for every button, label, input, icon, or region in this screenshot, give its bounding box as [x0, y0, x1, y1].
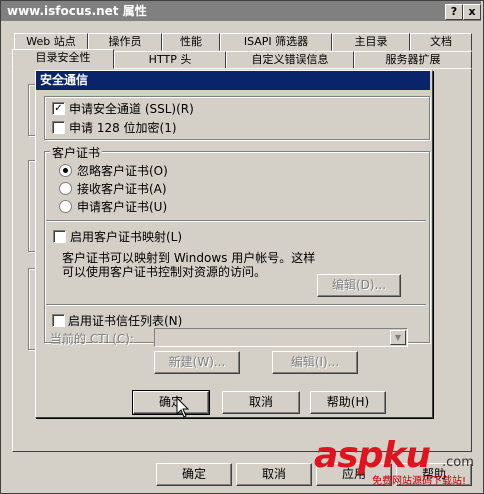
current-ctl-label: 当前的 CTL(C):: [50, 332, 134, 346]
require-ssl-checkbox[interactable]: ✓: [52, 102, 65, 115]
chevron-down-icon[interactable]: ▼: [390, 330, 406, 345]
enable-mapping-checkbox[interactable]: [53, 230, 66, 243]
require-cert-label: 申请客户证书(U): [77, 200, 168, 214]
ignore-cert-label: 忽略客户证书(O): [77, 164, 168, 178]
require-cert-radio[interactable]: [59, 200, 72, 213]
window-titlebar[interactable]: www.isfocus.net 属性: [1, 1, 481, 21]
require-128-checkbox[interactable]: [52, 121, 65, 134]
require-128-label: 申请 128 位加密(1): [69, 121, 177, 135]
tab-performance[interactable]: 性能: [162, 33, 220, 51]
tab-home-directory[interactable]: 主目录: [332, 33, 410, 51]
enable-ctl-label: 启用证书信任列表(N): [68, 314, 183, 328]
enable-ctl-checkbox[interactable]: [52, 314, 65, 327]
watermark-suffix: .com: [442, 455, 474, 470]
footer-ok-button[interactable]: 确定: [156, 463, 232, 486]
current-ctl-select[interactable]: ▼: [154, 328, 408, 347]
window-title: www.isfocus.net 属性: [7, 4, 147, 18]
enable-mapping-label: 启用客户证书映射(L): [70, 230, 183, 244]
edit-ctl-button[interactable]: 编辑(I)...: [272, 351, 358, 374]
watermark-logo: aspku: [314, 435, 431, 476]
dialog-ok-button[interactable]: 确定: [132, 390, 210, 415]
close-title-button[interactable]: x: [463, 4, 481, 20]
ignore-cert-radio[interactable]: [59, 164, 72, 177]
dialog-help-button[interactable]: 帮助(H): [310, 391, 386, 414]
mapping-description-line2: 可以使用客户证书控制对资源的访问。: [62, 265, 267, 279]
new-ctl-button[interactable]: 新建(W)...: [154, 351, 240, 374]
watermark-tagline: 免费网站源码下载站!: [372, 476, 467, 487]
dialog-titlebar[interactable]: 安全通信: [36, 71, 430, 90]
tab-custom-errors[interactable]: 自定义错误信息: [226, 51, 354, 69]
footer-cancel-button[interactable]: 取消: [236, 463, 312, 486]
help-title-button[interactable]: ?: [445, 4, 463, 20]
dialog-title: 安全通信: [40, 73, 89, 87]
accept-cert-label: 接收客户证书(A): [77, 182, 167, 196]
tab-directory-security[interactable]: 目录安全性: [12, 49, 114, 69]
tab-http-headers[interactable]: HTTP 头: [114, 51, 226, 69]
divider: [46, 304, 426, 306]
accept-cert-radio[interactable]: [59, 182, 72, 195]
tab-documents[interactable]: 文档: [410, 33, 472, 51]
edit-mapping-button[interactable]: 编辑(D)...: [317, 274, 401, 297]
client-cert-group-label: 客户证书: [50, 144, 103, 161]
divider: [46, 220, 426, 222]
tab-server-extensions[interactable]: 服务器扩展: [354, 51, 472, 69]
mouse-cursor-icon: [176, 397, 190, 418]
tab-isapi-filters[interactable]: ISAPI 筛选器: [220, 33, 332, 51]
require-ssl-label: 申请安全通道 (SSL)(R): [69, 102, 194, 116]
dialog-cancel-button[interactable]: 取消: [222, 391, 300, 414]
